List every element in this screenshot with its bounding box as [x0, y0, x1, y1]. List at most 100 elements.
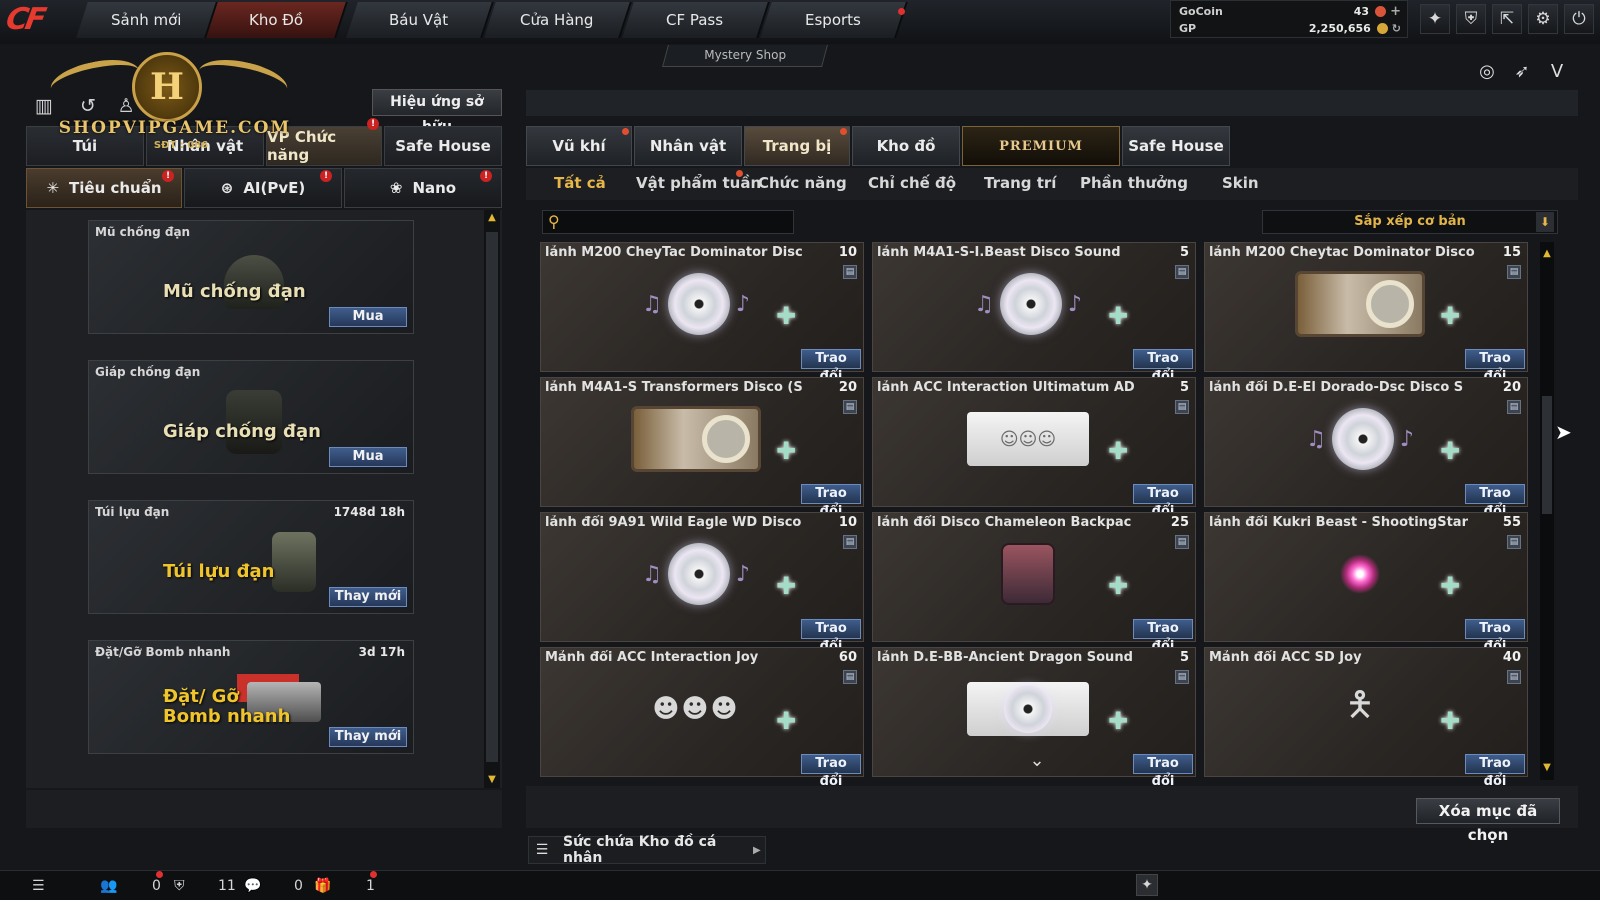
right-tab-safe-house[interactable]: Safe House [1122, 126, 1230, 166]
trade-button[interactable]: Trao đổi [1133, 619, 1193, 654]
item-card[interactable]: lảnh đổi D.E-El Dorado-Dsc Disco S 20 ▤ ♫ ♪ ✚… [1204, 377, 1528, 519]
buy-button[interactable]: Mua [329, 447, 407, 467]
subtab-skin[interactable]: Skin [1222, 174, 1259, 192]
trade-button[interactable]: Trao đổi [801, 619, 861, 654]
nav-tab-lobby[interactable]: Sảnh mới [76, 2, 218, 38]
storage-capacity-button[interactable]: ☰ Sức chứa Kho đồ cá nhân ▶ [528, 834, 766, 866]
scroll-thumb[interactable] [1542, 396, 1552, 514]
mystery-shop-button[interactable]: Mystery Shop [662, 45, 828, 67]
trade-button[interactable]: Trao đổi [1465, 619, 1525, 654]
trade-button[interactable]: Trao đổi [1465, 754, 1525, 789]
item-card[interactable]: lảnh đổi Kukri Beast - ShootingStar 55 ▤ ✚ T… [1204, 512, 1528, 654]
trade-button[interactable]: Trao đổi [801, 484, 861, 519]
scroll-up-icon[interactable]: ▲ [486, 212, 498, 224]
menu-list-icon[interactable]: ☰ [32, 877, 45, 895]
left-tab-bag[interactable]: Túi [26, 126, 144, 166]
rocket-icon[interactable]: ➶ [1509, 58, 1535, 84]
trash-icon[interactable]: ▤ [1507, 670, 1521, 684]
scroll-thumb[interactable] [486, 232, 498, 762]
item-card[interactable]: lảnh đổi Disco Chameleon Backpac 25 ▤ ✚ Trao… [872, 512, 1196, 654]
item-card[interactable]: lảnh M200 CheyTac Dominator Disc 10 ▤ ♫ ♪ ✚ Tr… [540, 242, 864, 384]
trash-icon[interactable]: ▤ [1175, 265, 1189, 279]
owned-effects-button[interactable]: Hiệu ứng sở hữu [372, 89, 502, 135]
left-scrollbar[interactable]: ▲ ▼ [484, 210, 500, 788]
search-input[interactable] [542, 210, 794, 234]
grid-scrollbar[interactable]: ▲ ▼ [1540, 242, 1554, 780]
clan-shield-icon[interactable]: ⛨ [174, 877, 185, 895]
trade-button[interactable]: Trao đổi [1133, 754, 1193, 789]
sort-dropdown[interactable]: Sắp xếp cơ bản [1262, 210, 1558, 234]
scroll-down-icon[interactable]: ▼ [486, 774, 498, 786]
subtab-weekly-items[interactable]: Vật phẩm tuần [636, 174, 761, 192]
item-card[interactable]: lảnh M200 Cheytac Dominator Disco 15 ▤ ✚ Tra… [1204, 242, 1528, 384]
globe-icon[interactable]: ◎ [1474, 58, 1500, 84]
chat-icon[interactable]: 💬 [244, 877, 261, 895]
renew-button[interactable]: Thay mới [329, 587, 407, 607]
brand-v-icon[interactable]: V [1544, 58, 1570, 84]
character-icon[interactable]: ♙ [114, 94, 138, 118]
cf-logo[interactable]: CF [2, 2, 71, 42]
trash-icon[interactable]: ▤ [1175, 400, 1189, 414]
list-item[interactable]: Túi lựu đạn 1748d 18h Túi lựu đạn Thay m… [88, 500, 414, 614]
delete-selected-button[interactable]: Xóa mục đã chọn [1416, 798, 1560, 844]
buy-button[interactable]: Mua [329, 307, 407, 327]
bag-icon[interactable]: ◉ [150, 94, 174, 118]
trash-icon[interactable]: ▤ [843, 670, 857, 684]
right-tab-characters[interactable]: Nhân vật [634, 126, 742, 166]
trade-button[interactable]: Trao đổi [1465, 484, 1525, 519]
left-tab-character[interactable]: Nhân vật [146, 126, 264, 166]
nav-tab-inventory[interactable]: Kho Đồ [206, 2, 348, 38]
item-card[interactable]: lảnh M4A1-S-I.Beast Disco Sound 5 ▤ ♫ ♪ ✚ Trao… [872, 242, 1196, 384]
right-tab-storage[interactable]: Kho đồ [852, 126, 960, 166]
exit-room-icon[interactable]: ⇱ [1492, 4, 1522, 34]
trash-icon[interactable]: ▤ [843, 400, 857, 414]
gift-icon[interactable]: 🎁 [314, 877, 331, 895]
subtab-functional[interactable]: Chức năng [758, 174, 847, 192]
list-item[interactable]: Đặt/Gỡ Bomb nhanh 3d 17h Đặt/ Gỡ Bomb nh… [88, 640, 414, 754]
left-subtab-ai-pve[interactable]: ⊛ AI(PvE) [184, 168, 342, 208]
nav-tab-esports[interactable]: Esports [760, 2, 908, 38]
friends-icon[interactable]: 👥 [100, 877, 117, 895]
trade-button[interactable]: Trao đổi [1133, 484, 1193, 519]
stats-icon[interactable]: ▥ [32, 94, 56, 118]
right-tab-premium[interactable]: PREMIUM [962, 126, 1120, 166]
trash-icon[interactable]: ▤ [1507, 535, 1521, 549]
add-gocoin-icon[interactable]: + [1390, 4, 1401, 19]
chevron-down-icon[interactable]: ⬇ [1536, 212, 1554, 232]
item-card[interactable]: lảnh đổi 9A91 Wild Eagle WD Disco 10 ▤ ♫ ♪ ✚ T… [540, 512, 864, 654]
right-tab-weapons[interactable]: Vũ khí [526, 126, 632, 166]
left-subtab-standard[interactable]: ✳ Tiêu chuẩn [26, 168, 182, 208]
item-card[interactable]: Mảnh đổi ACC Interaction Joy 60 ▤ ☻☻☻ ✚ Trao … [540, 647, 864, 789]
power-icon[interactable]: ⏻ [1564, 4, 1594, 34]
left-tab-functional-items[interactable]: VP Chức năng [266, 126, 382, 166]
item-card[interactable]: lảnh ACC Interaction Ultimatum AD 5 ▤ ☺☺☺ ✚ T… [872, 377, 1196, 519]
trade-button[interactable]: Trao đổi [1133, 349, 1193, 384]
trade-button[interactable]: Trao đổi [1465, 349, 1525, 384]
nav-tab-treasure[interactable]: Báu Vật [346, 2, 494, 38]
subtab-rewards[interactable]: Phần thưởng [1080, 174, 1188, 192]
renew-button[interactable]: Thay mới [329, 727, 407, 747]
item-card[interactable]: lảnh M4A1-S Transformers Disco (S 20 ▤ ✚ Tra… [540, 377, 864, 519]
right-tab-equipment[interactable]: Trang bị [744, 126, 850, 166]
scroll-down-icon[interactable]: ▼ [1541, 762, 1553, 774]
trash-icon[interactable]: ▤ [1507, 400, 1521, 414]
subtab-decoration[interactable]: Trang trí [984, 174, 1056, 192]
history-icon[interactable]: ↺ [76, 94, 100, 118]
nav-tab-cf-pass[interactable]: CF Pass [622, 2, 770, 38]
gear-icon[interactable]: ⚙ [1528, 4, 1558, 34]
trash-icon[interactable]: ▤ [1175, 535, 1189, 549]
subtab-all[interactable]: Tất cả [554, 174, 606, 192]
scroll-up-icon[interactable]: ▲ [1541, 248, 1553, 260]
trash-icon[interactable]: ▤ [843, 265, 857, 279]
item-card[interactable]: Mảnh đổi ACC SD Joy 40 ▤ 🯅 ✚ Trao đổi [1204, 647, 1528, 789]
list-item[interactable]: Mũ chống đạn Mũ chống đạn Mua [88, 220, 414, 334]
trash-icon[interactable]: ▤ [843, 535, 857, 549]
nav-tab-shop[interactable]: Cửa Hàng [484, 2, 632, 38]
left-tab-safe-house[interactable]: Safe House [384, 126, 502, 166]
list-item[interactable]: Giáp chống đạn Giáp chống đạn Mua [88, 360, 414, 474]
trash-icon[interactable]: ▤ [1175, 670, 1189, 684]
subtab-mode-only[interactable]: Chỉ chế độ [868, 174, 956, 192]
event-icon[interactable]: ✦ [1420, 4, 1450, 34]
trade-button[interactable]: Trao đổi [801, 349, 861, 384]
trade-button[interactable]: Trao đổi [801, 754, 861, 789]
